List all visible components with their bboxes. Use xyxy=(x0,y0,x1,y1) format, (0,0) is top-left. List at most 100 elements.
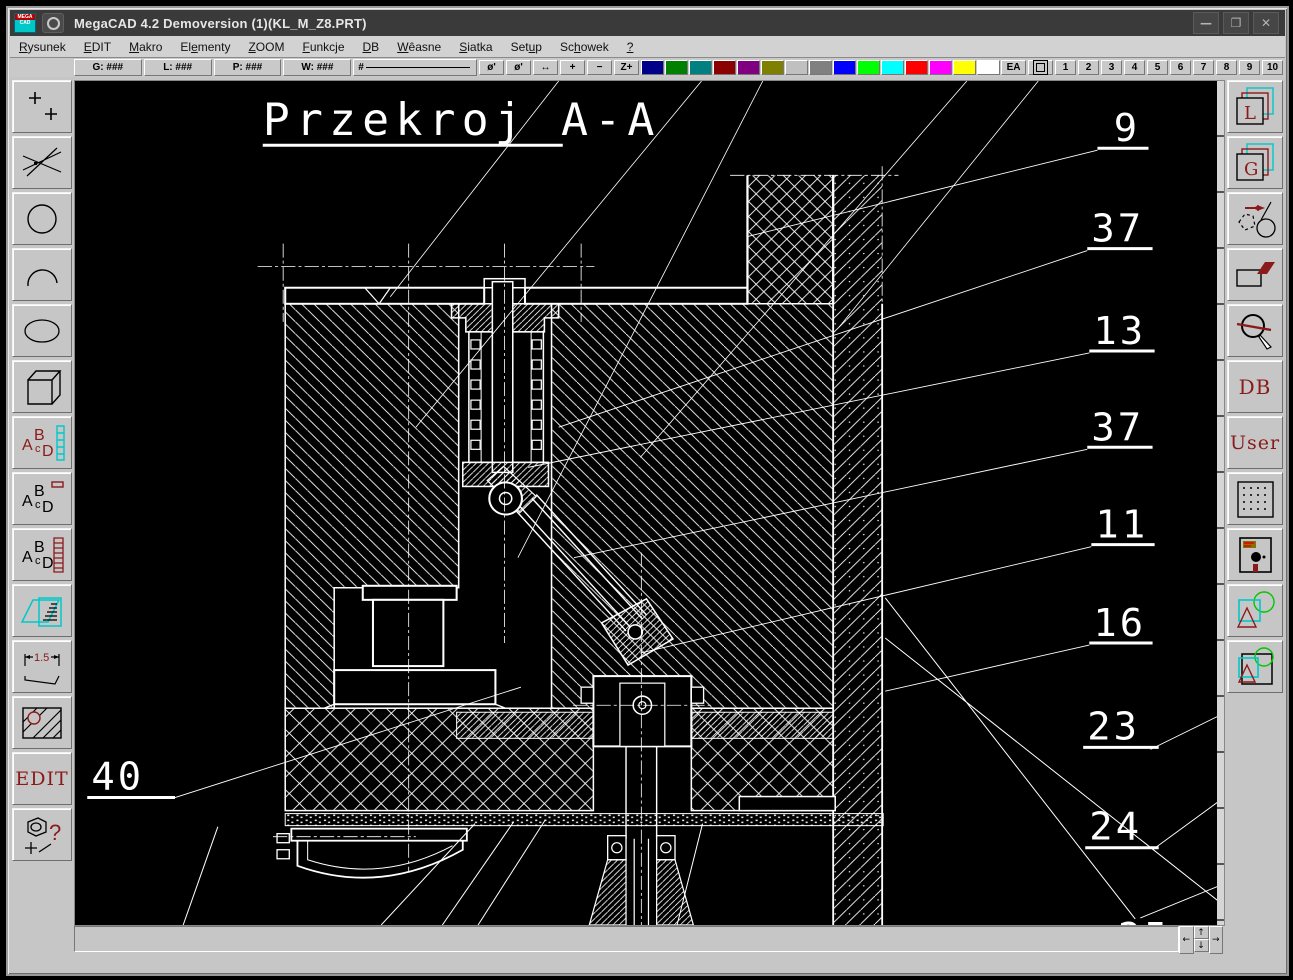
menu-item-rysunek[interactable]: Rysunek xyxy=(10,38,75,56)
field-w[interactable]: W: ### xyxy=(283,59,351,76)
field-g[interactable]: G: ### xyxy=(74,59,142,76)
layer-button-2[interactable]: 2 xyxy=(1078,60,1099,75)
field-l[interactable]: L: ### xyxy=(144,59,212,76)
color-swatch-13[interactable] xyxy=(953,60,976,75)
grid-tool-button[interactable] xyxy=(1227,472,1283,525)
menu-item-wasne[interactable]: Wêasne xyxy=(388,38,450,56)
menu-item-makro[interactable]: Makro xyxy=(120,38,171,56)
ea-button[interactable]: EA xyxy=(1001,60,1026,75)
pan-down-button[interactable]: ↓ xyxy=(1194,939,1209,952)
fit-view-button[interactable]: ↔ xyxy=(533,60,558,75)
linetype-selector[interactable]: # xyxy=(353,59,477,76)
callout-label-13: 13 xyxy=(1093,309,1146,354)
minimize-button[interactable]: — xyxy=(1193,12,1219,34)
text-block-tool-button[interactable]: A B c D xyxy=(12,528,72,581)
cube-icon xyxy=(19,366,65,408)
color-swatch-2[interactable] xyxy=(689,60,712,75)
layer-button-1[interactable]: 1 xyxy=(1055,60,1076,75)
face-icon xyxy=(1233,254,1277,296)
color-swatch-5[interactable] xyxy=(761,60,784,75)
shapes-frame-tool-button[interactable] xyxy=(1227,640,1283,693)
menu-item-zoom[interactable]: ZOOM xyxy=(239,38,293,56)
ellipse-tool-button[interactable] xyxy=(12,304,72,357)
vertical-ruler[interactable] xyxy=(1217,81,1224,925)
layer-button-3[interactable]: 3 xyxy=(1101,60,1122,75)
line-tool-button[interactable] xyxy=(12,136,72,189)
help-tool-button[interactable]: ? xyxy=(12,808,72,861)
system-menu-button[interactable] xyxy=(42,13,64,33)
transform-tool-button[interactable] xyxy=(1227,192,1283,245)
color-swatch-11[interactable] xyxy=(905,60,928,75)
color-swatch-3[interactable] xyxy=(713,60,736,75)
svg-text:G: G xyxy=(1244,159,1258,180)
dimension-icon: 1.5 xyxy=(19,646,65,688)
close-button[interactable]: ✕ xyxy=(1253,12,1279,34)
layer-button-5[interactable]: 5 xyxy=(1147,60,1168,75)
color-swatch-0[interactable] xyxy=(641,60,664,75)
section-title: Przekroj A-A xyxy=(263,96,661,147)
layer-icon: L xyxy=(1233,86,1277,128)
menu-item-?[interactable]: ? xyxy=(618,38,643,56)
zoom-tool-button[interactable] xyxy=(1227,304,1283,357)
maximize-button[interactable]: ❐ xyxy=(1223,12,1249,34)
color-swatch-6[interactable] xyxy=(785,60,808,75)
zoom-prev-button[interactable]: Z+ xyxy=(614,60,639,75)
solid-tool-button[interactable] xyxy=(12,360,72,413)
frame-button[interactable] xyxy=(1028,60,1053,75)
color-swatch-8[interactable] xyxy=(833,60,856,75)
point-tool-button[interactable] xyxy=(12,80,72,133)
layer-button-10[interactable]: 10 xyxy=(1262,60,1283,75)
pan-right-button[interactable]: → xyxy=(1209,926,1224,954)
db-tool-button[interactable]: DB xyxy=(1227,360,1283,413)
arc-tool-button[interactable] xyxy=(12,248,72,301)
svg-text:c: c xyxy=(35,555,41,567)
hatch-tool-button[interactable] xyxy=(12,696,72,749)
group-tool-button[interactable]: G xyxy=(1227,136,1283,189)
color-swatch-14[interactable] xyxy=(977,60,1000,75)
menu-item-funkcje[interactable]: Funkcje xyxy=(293,38,353,56)
color-swatch-4[interactable] xyxy=(737,60,760,75)
text-tool-button[interactable]: A B c D xyxy=(12,416,72,469)
shapes-tool-button[interactable] xyxy=(1227,584,1283,637)
snap-circle1-button[interactable]: ø' xyxy=(479,60,504,75)
layer-button-6[interactable]: 6 xyxy=(1170,60,1191,75)
circle-icon xyxy=(19,198,65,240)
user-tool-button[interactable]: User xyxy=(1227,416,1283,469)
menu-item-elementy[interactable]: Elementy xyxy=(171,38,239,56)
save-tool-button[interactable] xyxy=(1227,528,1283,581)
circle-tool-button[interactable] xyxy=(12,192,72,245)
layer-tool-button[interactable]: L xyxy=(1227,80,1283,133)
dimension-tool-button[interactable]: 1.5 xyxy=(12,640,72,693)
pan-left-button[interactable]: ← xyxy=(1179,926,1194,954)
point-icon xyxy=(19,86,65,128)
zoom-in-button[interactable]: + xyxy=(560,60,585,75)
drawing-canvas[interactable]: Przekroj A-A 9371337111623244025 xyxy=(74,80,1225,926)
zoom-out-button[interactable]: − xyxy=(587,60,612,75)
magnifier-icon xyxy=(1233,310,1277,352)
face-tool-button[interactable] xyxy=(1227,248,1283,301)
menu-item-siatka[interactable]: Siatka xyxy=(450,38,501,56)
color-swatch-10[interactable] xyxy=(881,60,904,75)
surface-tool-button[interactable] xyxy=(12,584,72,637)
right-toolbar: L G xyxy=(1227,80,1283,696)
menu-item-edit[interactable]: EDIT xyxy=(75,38,120,56)
horizontal-scrollbar[interactable] xyxy=(74,926,1179,952)
edit-tool-button[interactable]: EDIT xyxy=(12,752,72,805)
callout-label-23: 23 xyxy=(1087,705,1140,750)
snap-circle2-icon: ø xyxy=(514,62,520,73)
layer-button-4[interactable]: 4 xyxy=(1124,60,1145,75)
color-swatch-7[interactable] xyxy=(809,60,832,75)
menu-item-schowek[interactable]: Schowek xyxy=(551,38,618,56)
layer-button-9[interactable]: 9 xyxy=(1239,60,1260,75)
color-swatch-9[interactable] xyxy=(857,60,880,75)
layer-button-7[interactable]: 7 xyxy=(1193,60,1214,75)
menu-item-setup[interactable]: Setup xyxy=(502,38,551,56)
snap-circle2-button[interactable]: ø' xyxy=(506,60,531,75)
field-p[interactable]: P: ### xyxy=(214,59,282,76)
menu-item-db[interactable]: DB xyxy=(354,38,389,56)
color-swatch-1[interactable] xyxy=(665,60,688,75)
layer-button-8[interactable]: 8 xyxy=(1216,60,1237,75)
text-edit-tool-button[interactable]: A B c D xyxy=(12,472,72,525)
color-swatch-12[interactable] xyxy=(929,60,952,75)
pan-up-button[interactable]: ↑ xyxy=(1194,926,1209,939)
